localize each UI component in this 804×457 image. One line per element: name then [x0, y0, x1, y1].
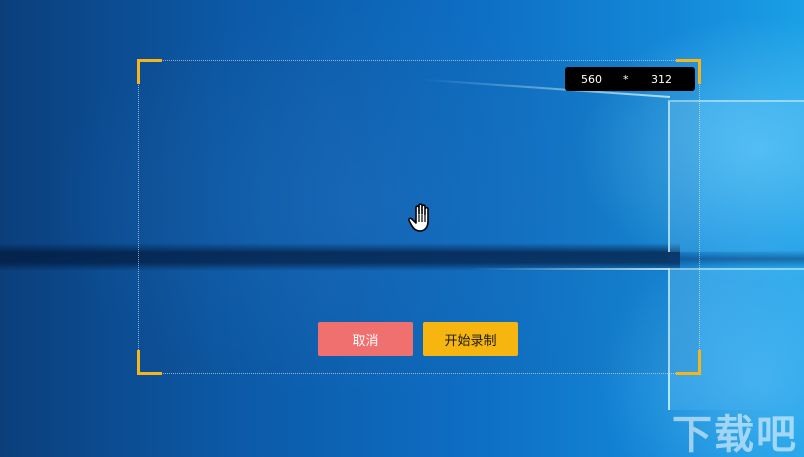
size-separator: * — [623, 72, 629, 86]
selection-width: 560 — [581, 72, 602, 86]
watermark-logo: 下载吧 — [672, 412, 798, 457]
selection-handle-top-left[interactable] — [137, 59, 162, 84]
start-recording-button[interactable]: 开始录制 — [423, 322, 518, 356]
selection-handle-bottom-left[interactable] — [137, 350, 162, 375]
selection-height: 312 — [651, 72, 672, 86]
cancel-button[interactable]: 取消 — [318, 322, 413, 356]
selection-handle-bottom-right[interactable] — [676, 350, 701, 375]
selection-size-badge: 560 * 312 — [565, 67, 695, 91]
desktop-wallpaper: 560 * 312 取消 开始录制 下载吧 — [0, 0, 804, 457]
hand-cursor-icon — [407, 202, 435, 234]
